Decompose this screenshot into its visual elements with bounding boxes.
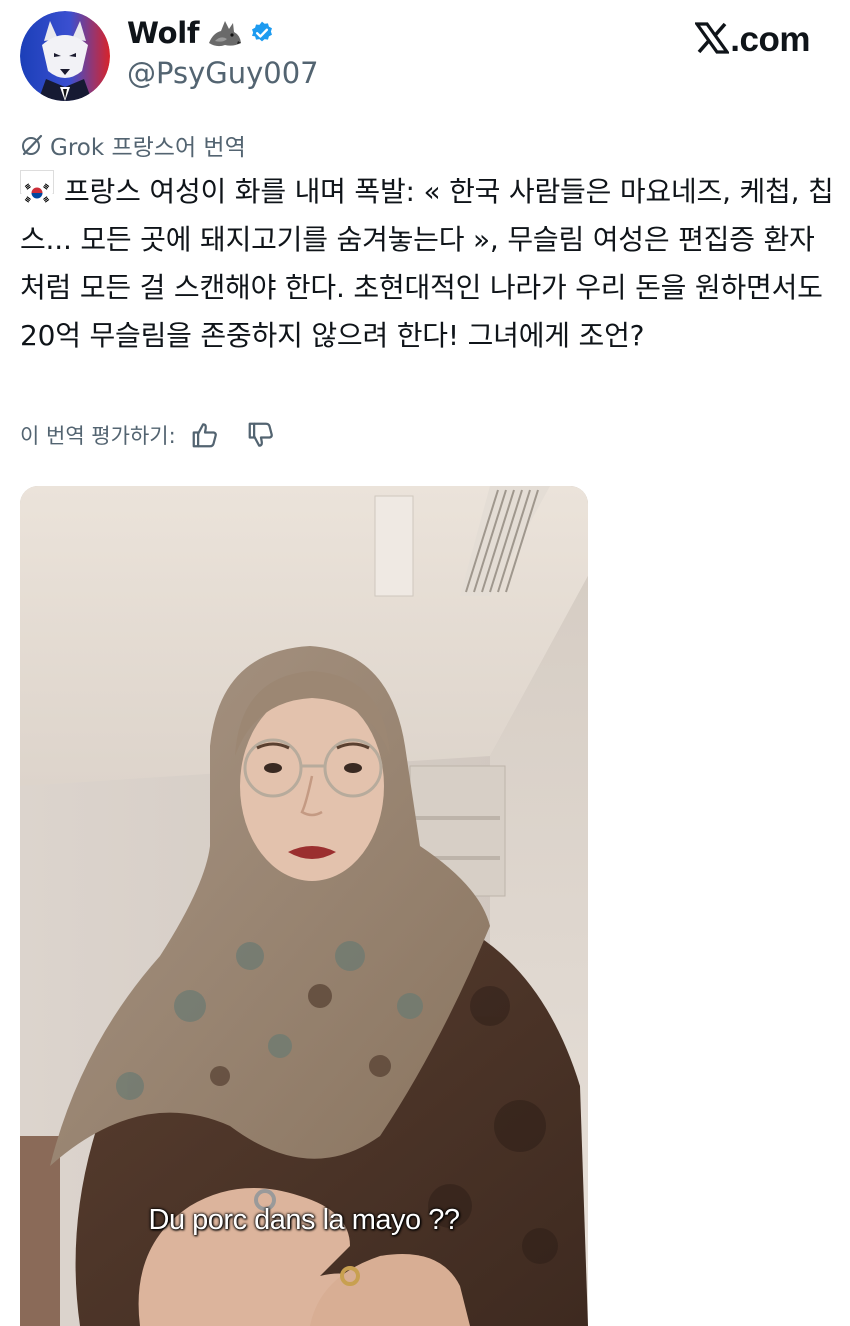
wolf-emoji-icon xyxy=(207,17,243,49)
tweet-header: Wolf @PsyGuy007 .com xyxy=(0,0,850,110)
video-media[interactable]: Du porc dans la mayo ?? xyxy=(20,486,588,1326)
translation-label: Grok 프랑스어 번역 xyxy=(50,135,246,161)
author-handle[interactable]: @PsyGuy007 xyxy=(127,56,319,90)
site-badge-label: .com xyxy=(730,20,810,59)
grok-translation-label[interactable]: Grok 프랑스어 번역 xyxy=(20,128,246,162)
avatar-image xyxy=(20,11,110,101)
grok-icon xyxy=(22,134,43,156)
video-frame-image xyxy=(20,486,588,1326)
name-row: Wolf xyxy=(127,16,275,50)
south-korea-flag-icon xyxy=(20,170,54,204)
site-badge: .com xyxy=(694,20,810,60)
tweet-body: 프랑스 여성이 화를 내며 폭발: « 한국 사람들은 마요네즈, 케첩, 칩스… xyxy=(20,175,834,352)
rate-label: 이 번역 평가하기: xyxy=(20,424,176,448)
thumbs-down-icon[interactable] xyxy=(246,420,276,450)
thumbs-up-icon[interactable] xyxy=(190,420,220,450)
video-subtitle: Du porc dans la mayo ?? xyxy=(148,1204,460,1236)
display-name[interactable]: Wolf xyxy=(127,16,200,50)
x-logo-icon xyxy=(694,22,731,54)
avatar[interactable] xyxy=(20,11,110,101)
verified-badge-icon xyxy=(249,20,275,46)
tweet-text: 프랑스 여성이 화를 내며 폭발: « 한국 사람들은 마요네즈, 케첩, 칩스… xyxy=(20,168,835,360)
rate-translation: 이 번역 평가하기: xyxy=(20,420,276,450)
